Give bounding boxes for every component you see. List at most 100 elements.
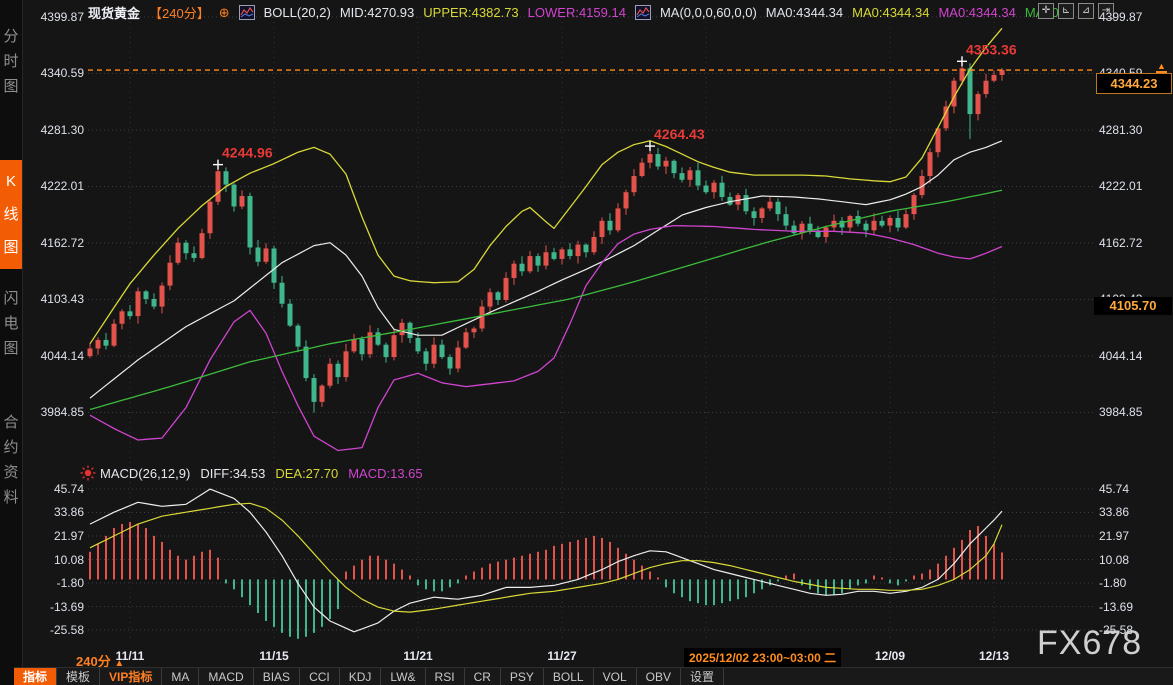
macd-histogram: [90, 522, 1002, 639]
axis-right-chart-icon[interactable]: ⊿: [1078, 3, 1094, 19]
svg-text:4244.96: 4244.96: [222, 145, 273, 161]
macd-axis-label-left: 33.86: [18, 505, 84, 519]
x-axis-label: 11/27: [547, 649, 576, 663]
macd-legend: MACD(26,12,9) DIFF:34.53 DEA:27.70 MACD:13.…: [100, 466, 423, 481]
sidebar-tab-char: 电: [3, 311, 18, 336]
macd-params: MACD(26,12,9): [100, 466, 190, 481]
ma0-value-1: MA0:4344.34: [766, 5, 843, 20]
macd-axis-label-left: -25.58: [18, 623, 84, 637]
macd-axis-label-right: 10.08: [1099, 553, 1169, 567]
dea-value: DEA:27.70: [275, 466, 338, 481]
sidebar-tab-char: 料: [3, 485, 18, 510]
diff-value: DIFF:34.53: [200, 466, 265, 481]
sidebar-tab-char: 分: [3, 24, 18, 49]
macd-axis-label-left: 45.74: [18, 482, 84, 496]
ma-params: MA(0,0,0,60,0,0): [660, 5, 757, 20]
macd-axis-label-right: 45.74: [1099, 482, 1169, 496]
current-price-tag: 4344.23: [1096, 73, 1172, 94]
x-axis-label: 11/21: [403, 649, 432, 663]
circle-plus-icon[interactable]: ⊕: [219, 6, 230, 19]
toolbar-button-boll[interactable]: BOLL: [544, 668, 594, 685]
ma0-value-3: MA0:4344.34: [938, 5, 1015, 20]
toolbar-button-obv[interactable]: OBV: [637, 668, 681, 685]
indicator-toolbar: 指标模板VIP指标MAMACDBIASCCIKDJLW&RSICRPSYBOLL…: [14, 667, 1173, 685]
y-axis-label-left: 4340.59: [18, 66, 84, 80]
toolbar-button-ma[interactable]: MA: [162, 668, 199, 685]
sidebar-tab-char: 图: [3, 74, 18, 99]
toolbar-button-macd[interactable]: MACD: [199, 668, 253, 685]
sidebar-tab-char: 图: [3, 336, 18, 361]
y-axis-label-left: 4044.14: [18, 349, 84, 363]
y-axis-label-right: 4044.14: [1099, 349, 1169, 363]
toolbar-button-模板[interactable]: 模板: [57, 668, 100, 685]
candles-layer: [88, 61, 1005, 412]
fx678-watermark: FX678: [1037, 624, 1142, 663]
macd-axis-label-left: 10.08: [18, 553, 84, 567]
toolbar-button-rsi[interactable]: RSI: [426, 668, 465, 685]
toolbar-button-vip指标[interactable]: VIP指标: [100, 668, 162, 685]
toolbar-button-kdj[interactable]: KDJ: [340, 668, 382, 685]
sidebar-tab-char: 资: [3, 460, 18, 485]
crosshair-tool-icon[interactable]: ✛: [1038, 3, 1054, 19]
boll-lower-value: LOWER:4159.14: [528, 5, 626, 20]
macd-axis-label-left: 21.97: [18, 529, 84, 543]
y-axis-label-right: 4399.87: [1099, 10, 1169, 24]
indicator-chart-icon[interactable]: [635, 5, 651, 20]
sidebar-tab-char: K: [6, 165, 16, 198]
macd-axis-label-right: -1.80: [1099, 576, 1169, 590]
main-chart[interactable]: 4244.96 4264.43 4353.36: [0, 0, 1173, 685]
macd-axis-label-left: -1.80: [18, 576, 84, 590]
macd-axis-label-right: 33.86: [1099, 505, 1169, 519]
axis-left-chart-icon[interactable]: ⊾: [1058, 3, 1074, 19]
macd-value: MACD:13.65: [348, 466, 422, 481]
toolbar-button-lw&[interactable]: LW&: [381, 668, 425, 685]
symbol-name: 现货黄金: [88, 3, 140, 22]
macd-axis-label-right: -13.69: [1099, 600, 1169, 614]
y-axis-label-right: 4162.72: [1099, 236, 1169, 250]
svg-text:4264.43: 4264.43: [654, 126, 705, 142]
macd-axis-label-left: -13.69: [18, 600, 84, 614]
sidebar-tab-2[interactable]: K线图: [0, 160, 22, 269]
macd-axis-label-right: 21.97: [1099, 529, 1169, 543]
sidebar-tab-char: 闪: [3, 286, 18, 311]
toolbar-button-设置[interactable]: 设置: [681, 668, 724, 685]
toolbar-button-指标[interactable]: 指标: [14, 668, 57, 685]
sidebar-tab-1[interactable]: 分时图: [0, 24, 22, 99]
y-axis-label-left: 4162.72: [18, 236, 84, 250]
y-axis-label-left: 4103.43: [18, 292, 84, 306]
sidebar-tab-char: 合: [3, 410, 18, 435]
y-axis-label-left: 3984.85: [18, 405, 84, 419]
y-axis-label-left: 4399.87: [18, 10, 84, 24]
sidebar-tab-char: 图: [3, 231, 18, 264]
trading-app-window: { "sidebar": {"items": [ {"label": "分时图"…: [0, 0, 1173, 685]
sidebar-tab-char: 时: [3, 49, 18, 74]
y-axis-label-left: 4281.30: [18, 123, 84, 137]
boll-mid-value: MID:4270.93: [340, 5, 414, 20]
y-axis-label-right: 4281.30: [1099, 123, 1169, 137]
y-axis-label-right: 3984.85: [1099, 405, 1169, 419]
indicator-chart-icon[interactable]: [239, 5, 255, 20]
toolbar-button-bias[interactable]: BIAS: [254, 668, 300, 685]
indicator-legend: 现货黄金【240分】 ⊕ BOLL(20,2) MID:4270.93 UPPER:43…: [88, 3, 1070, 21]
sidebar-tab-char: 约: [3, 435, 18, 460]
sidebar-tab-char: 线: [3, 198, 18, 231]
toolbar-button-cci[interactable]: CCI: [300, 668, 340, 685]
y-axis-label-left: 4222.01: [18, 179, 84, 193]
price-markers: 4244.96 4264.43 4353.36: [213, 41, 1017, 169]
toolbar-button-cr[interactable]: CR: [465, 668, 501, 685]
grid-lines: [88, 17, 1093, 640]
boll-upper-value: UPPER:4382.73: [423, 5, 518, 20]
scroll-to-latest-icon[interactable]: ▲: [1156, 63, 1167, 73]
toolbar-button-vol[interactable]: VOL: [594, 668, 637, 685]
toolbar-button-psy[interactable]: PSY: [501, 668, 544, 685]
indicator-alert-icon[interactable]: [80, 465, 96, 481]
period-label: 【240分】: [149, 3, 210, 22]
x-axis-label: 11/15: [259, 649, 288, 663]
x-axis-label: 12/13: [979, 649, 1009, 663]
boll-params: BOLL(20,2): [264, 5, 331, 20]
svg-text:4353.36: 4353.36: [966, 41, 1017, 57]
y-axis-label-right: 4222.01: [1099, 179, 1169, 193]
secondary-price-tag: 4105.70: [1094, 297, 1172, 315]
ma0-value-2: MA0:4344.34: [852, 5, 929, 20]
hover-date-tooltip: 2025/12/02 23:00~03:00 二: [684, 648, 841, 667]
